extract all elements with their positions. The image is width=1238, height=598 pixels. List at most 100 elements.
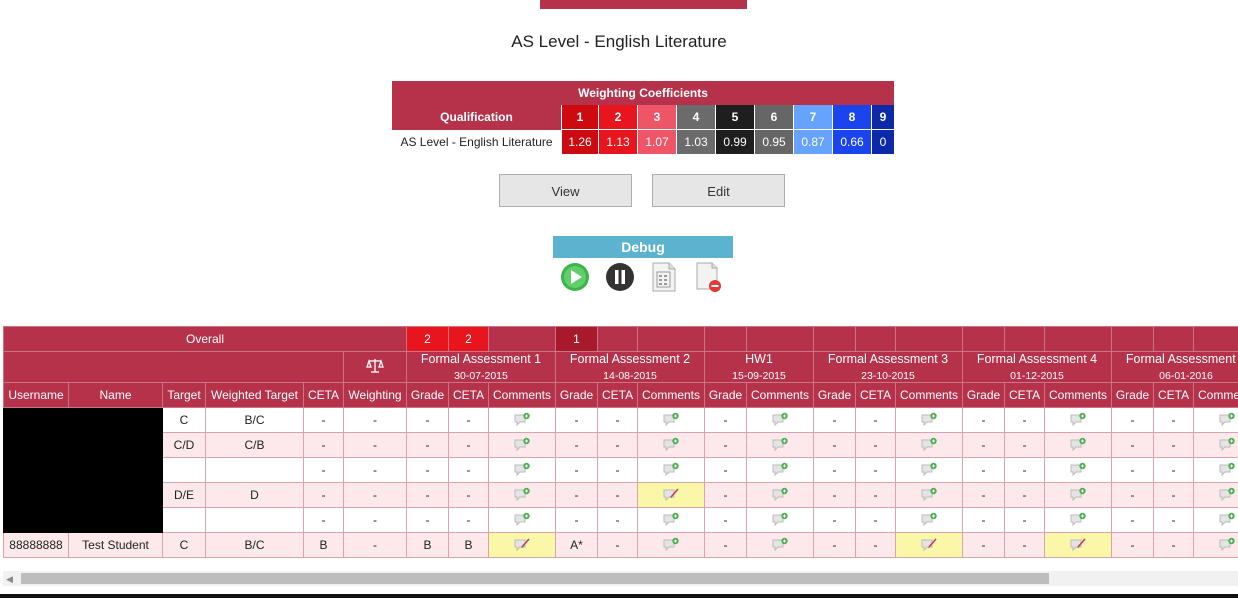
cell-grade[interactable]: - [704,482,748,508]
comment-add-icon[interactable] [1069,437,1087,452]
cell-comments[interactable] [895,432,964,458]
comment-add-icon[interactable] [920,437,938,452]
cell-comments[interactable] [488,532,557,558]
column-name[interactable]: Name [68,382,163,408]
comment-add-icon[interactable] [771,412,789,427]
cell-comments[interactable] [1044,482,1113,508]
comment-add-icon[interactable] [662,512,680,527]
cell-comments[interactable] [895,457,964,483]
cell-comments[interactable] [637,507,706,533]
comment-add-icon[interactable] [1069,412,1087,427]
cell-comments[interactable] [746,482,815,508]
comment-add-icon[interactable] [662,437,680,452]
assessment-header[interactable]: Formal Assessment 2 14-08-2015 [555,351,706,383]
cell-comments[interactable] [637,457,706,483]
comment-add-icon[interactable] [771,512,789,527]
cell-grade[interactable]: - [813,432,857,458]
comment-edit-icon[interactable] [920,537,938,552]
play-icon[interactable] [560,262,590,297]
cell-grade[interactable]: - [813,532,857,558]
cell-grade[interactable]: - [704,457,748,483]
cell-comments[interactable] [488,482,557,508]
cell-comments[interactable] [1044,507,1113,533]
cell-comments[interactable] [1193,532,1238,558]
cell-grade[interactable]: - [555,407,599,433]
column-weighted_target[interactable]: Weighted Target [205,382,304,408]
comment-add-icon[interactable] [662,537,680,552]
cell-grade[interactable]: - [1111,507,1155,533]
comment-add-icon[interactable] [1218,512,1236,527]
cell-comments[interactable] [1193,432,1238,458]
comment-add-icon[interactable] [513,512,531,527]
cell-grade[interactable]: - [406,407,450,433]
comment-edit-icon[interactable] [1069,537,1087,552]
cell-comments[interactable] [1193,457,1238,483]
cell-comments[interactable] [637,432,706,458]
cell-grade[interactable]: - [813,507,857,533]
comment-add-icon[interactable] [771,462,789,477]
comment-add-icon[interactable] [1218,412,1236,427]
cell-grade[interactable]: - [1111,432,1155,458]
calculator-doc-icon[interactable] [651,262,677,297]
cell-comments[interactable] [488,407,557,433]
cell-grade[interactable]: - [962,507,1006,533]
cell-username[interactable]: 88888888 [3,532,69,558]
cell-comments[interactable] [1044,407,1113,433]
assessment-header[interactable]: Formal Assessment 5 06-01-2016 [1111,351,1238,383]
cell-comments[interactable] [895,532,964,558]
cell-grade[interactable]: - [813,482,857,508]
comment-add-icon[interactable] [662,462,680,477]
comment-edit-icon[interactable] [662,487,680,502]
comment-add-icon[interactable] [1218,487,1236,502]
cell-grade[interactable]: - [962,482,1006,508]
cell-comments[interactable] [746,407,815,433]
cell-grade[interactable]: B [406,532,450,558]
cell-grade[interactable]: - [555,432,599,458]
comment-add-icon[interactable] [1069,462,1087,477]
cell-grade[interactable]: - [1111,407,1155,433]
assessment-header[interactable]: Formal Assessment 1 30-07-2015 [406,351,557,383]
comment-add-icon[interactable] [771,487,789,502]
comment-add-icon[interactable] [920,487,938,502]
cell-grade[interactable]: - [1111,482,1155,508]
comment-add-icon[interactable] [1069,512,1087,527]
comment-add-icon[interactable] [513,437,531,452]
cell-grade[interactable]: - [962,457,1006,483]
comment-edit-icon[interactable] [513,537,531,552]
cell-comments[interactable] [488,457,557,483]
assessment-header[interactable]: Formal Assessment 4 01-12-2015 [962,351,1113,383]
cell-comments[interactable] [637,482,706,508]
cell-comments[interactable] [488,432,557,458]
cell-comments[interactable] [1193,482,1238,508]
cell-grade[interactable]: - [555,457,599,483]
cell-grade[interactable]: - [406,432,450,458]
cell-grade[interactable]: - [962,532,1006,558]
column-weighting[interactable]: Weighting [342,382,408,408]
comment-add-icon[interactable] [662,412,680,427]
assessment-header[interactable]: Formal Assessment 3 23-10-2015 [813,351,964,383]
cell-comments[interactable] [637,532,706,558]
comment-add-icon[interactable] [1218,437,1236,452]
cell-grade[interactable]: - [704,407,748,433]
column-username[interactable]: Username [3,382,69,408]
cell-name[interactable]: Test Student [68,532,163,558]
cell-comments[interactable] [746,507,815,533]
comment-add-icon[interactable] [513,462,531,477]
cell-comments[interactable] [746,532,815,558]
cell-comments[interactable] [1193,507,1238,533]
cell-comments[interactable] [895,482,964,508]
comment-add-icon[interactable] [513,487,531,502]
cell-grade[interactable]: - [406,457,450,483]
cell-grade[interactable]: - [406,482,450,508]
scrollbar-thumb[interactable] [21,573,1049,584]
edit-button[interactable]: Edit [652,174,785,207]
horizontal-scrollbar[interactable]: ◀ [3,571,1238,586]
cell-grade[interactable]: - [704,507,748,533]
cell-grade[interactable]: - [704,532,748,558]
cell-grade[interactable]: - [962,407,1006,433]
cell-grade[interactable]: - [406,507,450,533]
comment-add-icon[interactable] [771,437,789,452]
cell-comments[interactable] [1044,432,1113,458]
comment-add-icon[interactable] [771,537,789,552]
comment-add-icon[interactable] [1218,537,1236,552]
